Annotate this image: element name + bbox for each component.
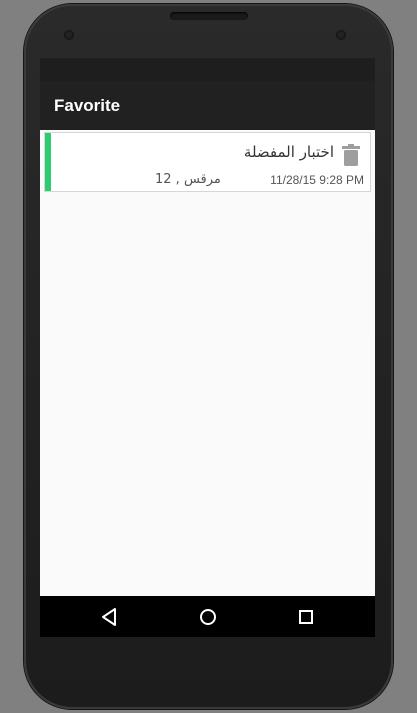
front-camera xyxy=(336,30,346,40)
home-icon[interactable] xyxy=(197,606,219,628)
sensor-left xyxy=(64,30,74,40)
earpiece-speaker xyxy=(170,12,248,20)
favorite-timestamp: 11/28/15 9:28 PM xyxy=(270,173,364,187)
back-icon[interactable] xyxy=(99,606,121,628)
favorite-subtitle: مرقس , 12 xyxy=(155,172,221,187)
navigation-bar xyxy=(40,596,375,637)
trash-icon[interactable] xyxy=(342,144,360,166)
app-bar: Favorite xyxy=(40,81,375,130)
app-screen: Favorite اختبار المفضلة مرقس , 12 11/28/… xyxy=(40,81,375,637)
item-accent-bar xyxy=(45,133,51,191)
page-title: Favorite xyxy=(54,95,121,115)
recents-icon[interactable] xyxy=(295,606,317,628)
favorites-list: اختبار المفضلة مرقس , 12 11/28/15 9:28 P… xyxy=(40,130,375,596)
favorite-title: اختبار المفضلة xyxy=(243,143,334,161)
favorite-item[interactable]: اختبار المفضلة مرقس , 12 11/28/15 9:28 P… xyxy=(44,132,371,192)
status-bar xyxy=(40,58,375,81)
